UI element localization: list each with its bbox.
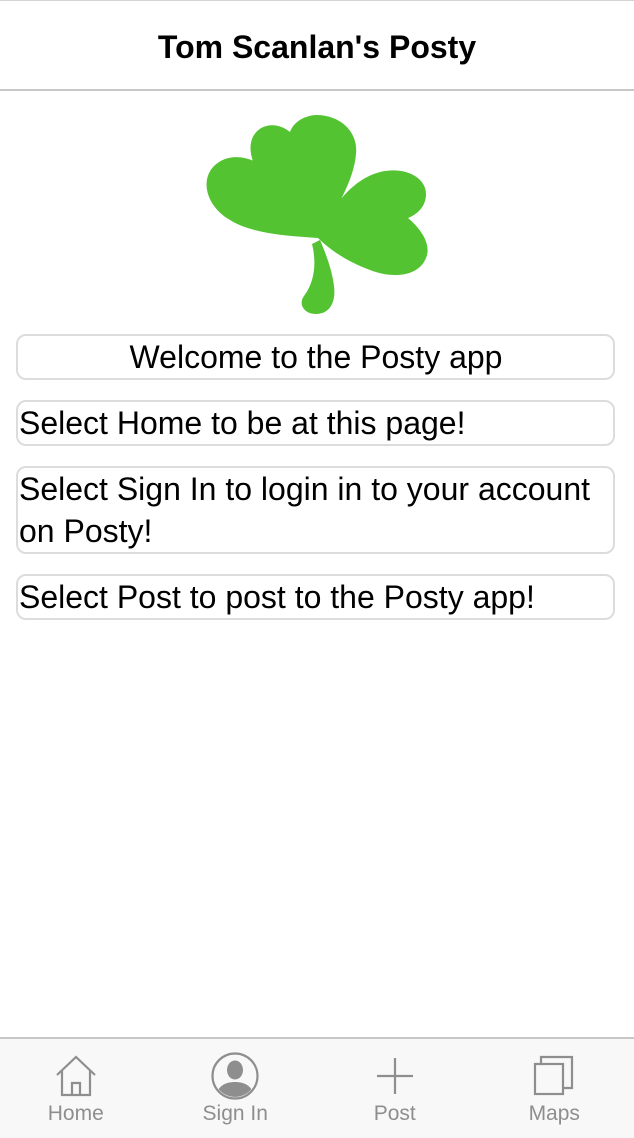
tab-home-label: Home — [47, 1102, 104, 1125]
tab-post-label: Post — [373, 1102, 416, 1125]
tab-home[interactable]: Home — [0, 1039, 156, 1138]
maps-icon — [534, 1055, 574, 1096]
welcome-card: Welcome to the Posty app — [16, 334, 615, 380]
navigation-bar: Tom Scanlan's Posty — [0, 0, 634, 91]
post-info-text: Select Post to post to the Posty app! — [19, 579, 535, 615]
plus-icon — [376, 1058, 413, 1094]
tab-maps[interactable]: Maps — [475, 1039, 634, 1138]
signin-info-card: Select Sign In to login in to your accou… — [16, 466, 615, 554]
home-icon — [55, 1055, 96, 1097]
shamrock-icon — [206, 114, 428, 314]
tab-bar: Home Sign In Post Maps — [0, 1037, 634, 1138]
tab-maps-label: Maps — [528, 1102, 580, 1125]
tab-post[interactable]: Post — [315, 1039, 475, 1138]
home-info-text: Select Home to be at this page! — [19, 405, 466, 441]
post-info-card: Select Post to post to the Posty app! — [16, 574, 615, 620]
home-info-card: Select Home to be at this page! — [16, 400, 615, 446]
welcome-text: Welcome to the Posty app — [129, 339, 503, 375]
page-title: Tom Scanlan's Posty — [157, 28, 477, 65]
signin-info-text: Select Sign In to login in to your accou… — [19, 471, 591, 549]
tab-sign-in[interactable]: Sign In — [156, 1039, 316, 1138]
person-icon — [211, 1052, 259, 1100]
tab-sign-in-label: Sign In — [202, 1102, 268, 1125]
app-screen: Tom Scanlan's Posty Welcome to the Posty… — [0, 0, 634, 1138]
